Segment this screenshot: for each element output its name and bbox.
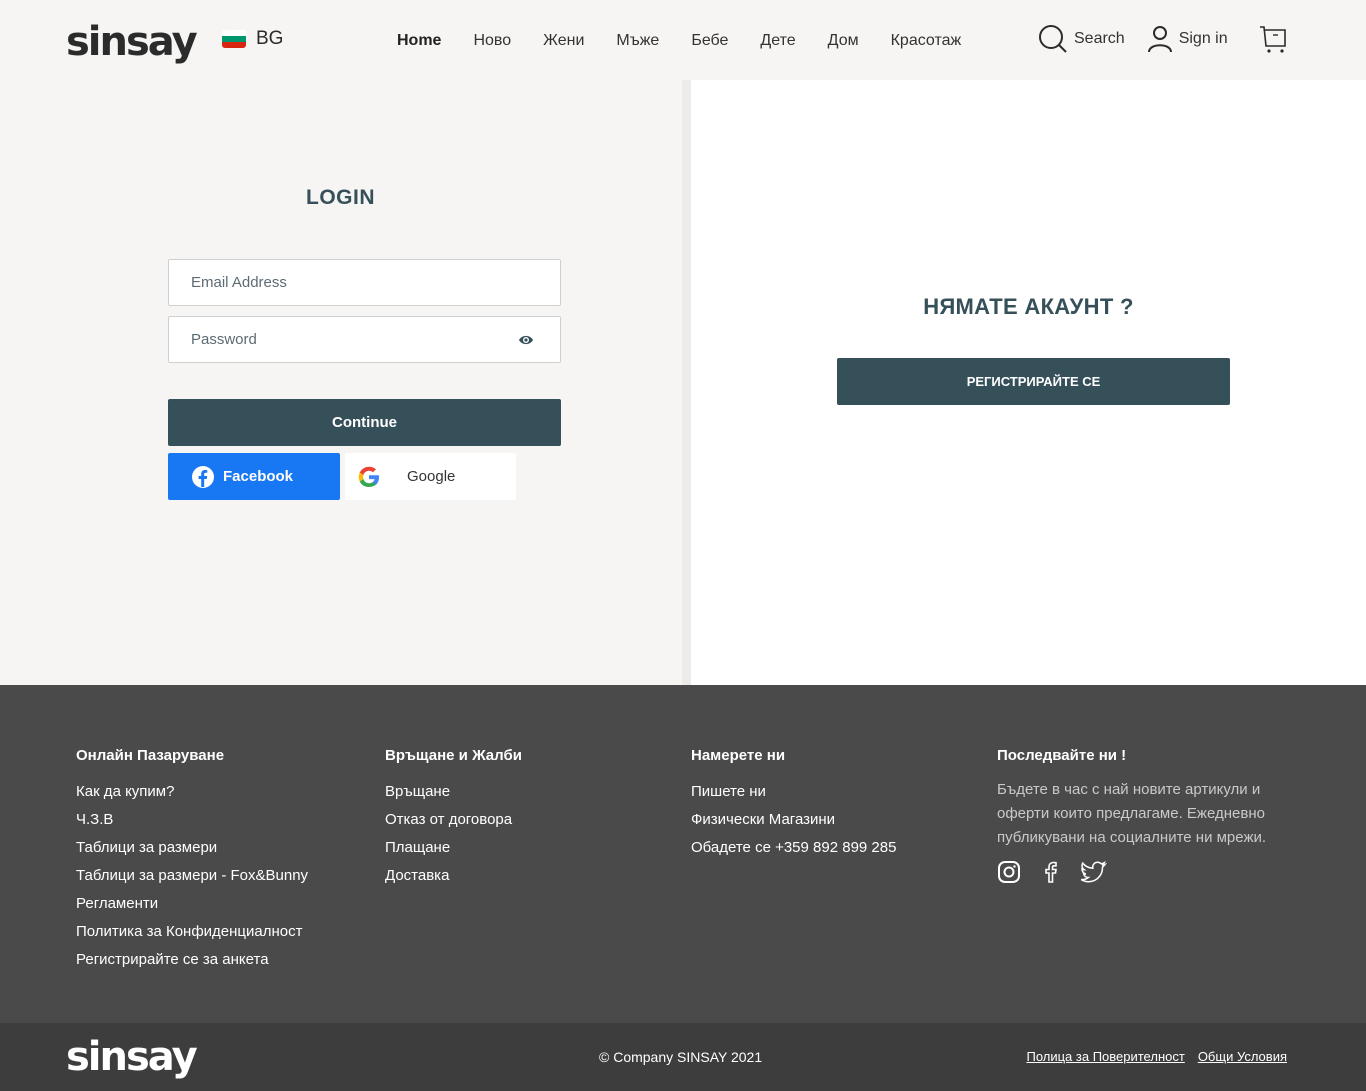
register-panel: НЯМАТЕ АКАУНТ ? РЕГИСТРИРАЙТЕ СЕ <box>691 80 1366 685</box>
privacy-policy-link[interactable]: Полица за Поверителност <box>1026 1049 1184 1064</box>
nav-item-baby[interactable]: Бебе <box>691 30 728 52</box>
login-title: LOGIN <box>306 186 375 209</box>
footer-link[interactable]: Ч.З.В <box>76 806 308 834</box>
email-field[interactable] <box>168 259 561 306</box>
footer-heading: Последвайте ни ! <box>997 747 1127 764</box>
footer-link[interactable]: Политика за Конфиденциалност <box>76 918 308 946</box>
footer-link[interactable]: Регламенти <box>76 890 308 918</box>
footer-column-shopping: Онлайн Пазаруване Как да купим? Ч.З.В Та… <box>76 747 308 974</box>
footer-heading: Онлайн Пазаруване <box>76 747 225 764</box>
user-icon <box>1147 26 1172 53</box>
footer-link[interactable]: Връщане <box>385 778 522 806</box>
bulgaria-flag-icon <box>222 30 246 48</box>
language-selector[interactable]: BG <box>222 28 283 50</box>
continue-button[interactable]: Continue <box>168 399 561 446</box>
nav-item-kids[interactable]: Дете <box>760 30 795 52</box>
password-input[interactable] <box>169 317 560 362</box>
header-actions: Search Sign in <box>1038 24 1288 54</box>
google-label: Google <box>407 468 456 485</box>
nav-item-home[interactable]: Home <box>397 30 441 52</box>
facebook-icon[interactable] <box>1039 860 1063 884</box>
no-account-title: НЯМАТЕ АКАУНТ ? <box>923 294 1134 319</box>
footer-link[interactable]: Как да купим? <box>76 778 308 806</box>
footer-heading: Връщане и Жалби <box>385 747 522 764</box>
footer-link[interactable]: Доставка <box>385 862 522 890</box>
sign-in-button[interactable]: Sign in <box>1147 25 1228 53</box>
footer-link[interactable]: Плащане <box>385 834 522 862</box>
cart-button[interactable] <box>1258 24 1288 54</box>
search-button[interactable]: Search <box>1038 24 1125 54</box>
login-panel <box>0 80 682 685</box>
facebook-login-button[interactable]: Facebook <box>168 453 340 500</box>
facebook-label: Facebook <box>223 468 294 485</box>
footer-bottom-bar: sinsay © Company SINSAY 2021 Полица за П… <box>0 1023 1366 1091</box>
site-header: sinsay BG Home Ново Жени Мъже Бебе Дете … <box>0 0 1366 80</box>
search-label: Search <box>1074 30 1125 47</box>
search-icon <box>1039 25 1067 53</box>
password-field[interactable] <box>168 316 561 363</box>
footer-column-follow: Последвайте ни ! Бъдете в час с най нови… <box>997 747 1297 884</box>
footer-column-find-us: Намерете ни Пишете ни Физически Магазини… <box>691 747 896 862</box>
footer-link[interactable]: Пишете ни <box>691 778 896 806</box>
show-password-icon[interactable] <box>518 333 534 347</box>
footer-column-returns: Връщане и Жалби Връщане Отказ от договор… <box>385 747 522 890</box>
nav-item-beauty[interactable]: Красотаж <box>891 30 962 52</box>
google-icon <box>358 466 379 487</box>
twitter-icon[interactable] <box>1081 860 1107 884</box>
footer-heading: Намерете ни <box>691 747 786 764</box>
site-footer: Онлайн Пазаруване Как да купим? Ч.З.В Та… <box>0 685 1366 1023</box>
instagram-icon[interactable] <box>997 860 1021 884</box>
main-nav: Home Ново Жени Мъже Бебе Дете Дом Красот… <box>397 30 993 52</box>
cart-icon <box>1259 26 1286 53</box>
sinsay-logo[interactable]: sinsay <box>66 20 198 64</box>
google-login-button[interactable]: Google <box>345 453 516 500</box>
legal-links: Полица за Поверителност Общи Условия <box>1026 1049 1287 1064</box>
register-button[interactable]: РЕГИСТРИРАЙТЕ СЕ <box>837 358 1230 405</box>
footer-link[interactable]: Регистрирайте се за анкета <box>76 946 308 974</box>
nav-item-home-decor[interactable]: Дом <box>828 30 859 52</box>
sign-in-label: Sign in <box>1178 30 1228 47</box>
terms-link[interactable]: Общи Условия <box>1198 1049 1287 1064</box>
footer-link[interactable]: Таблици за размери <box>76 834 308 862</box>
facebook-icon <box>192 465 214 488</box>
nav-item-new[interactable]: Ново <box>473 30 511 52</box>
footer-link[interactable]: Отказ от договора <box>385 806 522 834</box>
footer-link[interactable]: Обадете се +359 892 899 285 <box>691 834 896 862</box>
nav-item-men[interactable]: Мъже <box>616 30 659 52</box>
footer-link[interactable]: Таблици за размери - Fox&Bunny <box>76 862 308 890</box>
copyright-text: © Company SINSAY 2021 <box>599 1049 763 1065</box>
footer-link[interactable]: Физически Магазини <box>691 806 896 834</box>
nav-item-women[interactable]: Жени <box>543 30 584 52</box>
sinsay-logo-footer[interactable]: sinsay <box>66 1035 198 1079</box>
social-links <box>997 860 1297 884</box>
language-code: BG <box>256 28 284 49</box>
email-input[interactable] <box>169 260 560 305</box>
footer-follow-text: Бъдете в час с най новите артикули и офе… <box>997 781 1267 846</box>
panel-divider <box>682 80 691 685</box>
